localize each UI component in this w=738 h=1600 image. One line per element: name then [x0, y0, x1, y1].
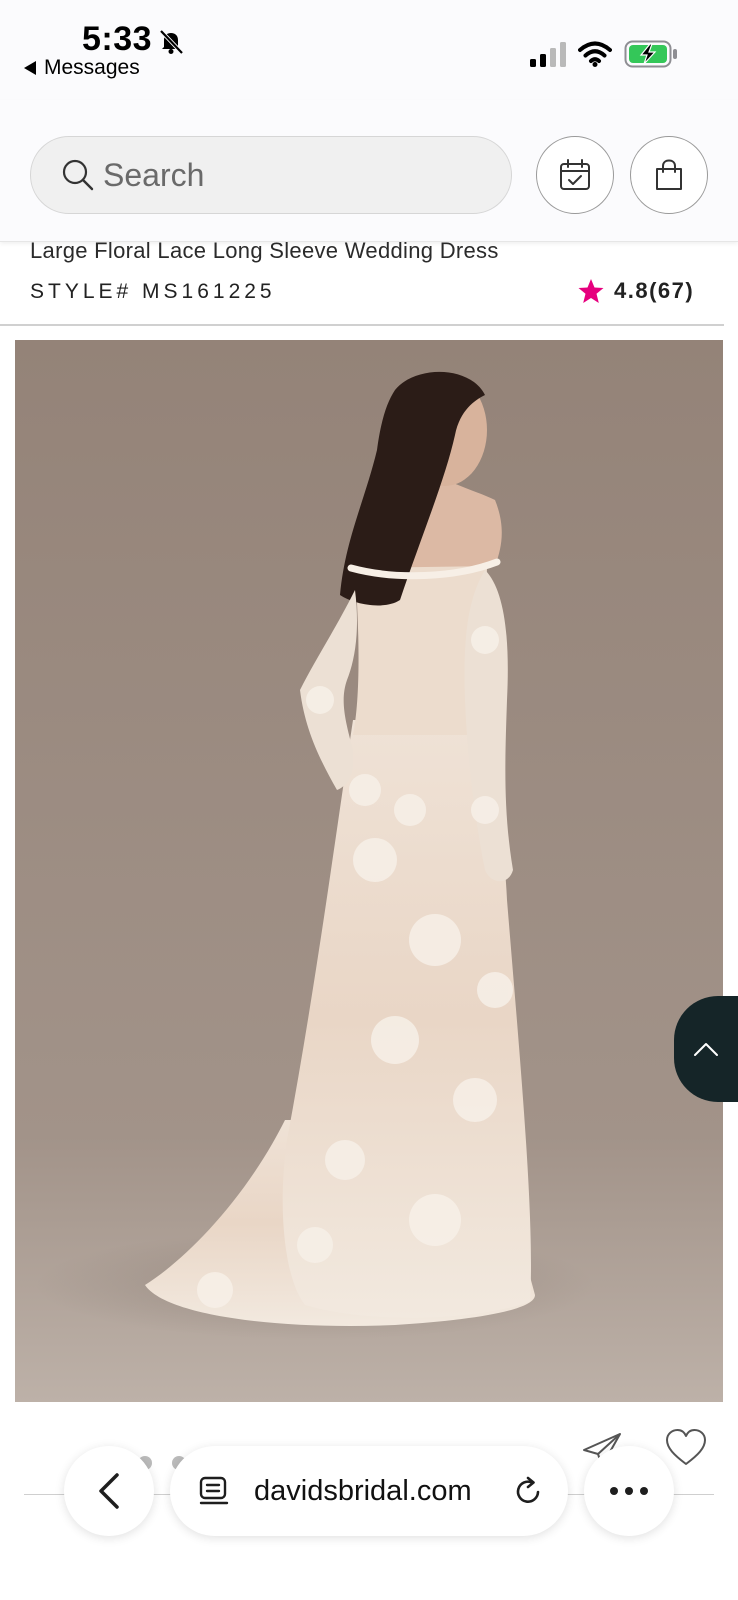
cellular-signal-icon [530, 42, 566, 67]
battery-charging-icon [624, 40, 677, 68]
url-text: davidsbridal.com [254, 1474, 472, 1507]
address-bar[interactable]: davidsbridal.com [170, 1446, 568, 1536]
site-header [0, 100, 738, 242]
more-icon [625, 1487, 633, 1495]
shopping-bag-button[interactable] [630, 136, 708, 214]
product-image[interactable] [15, 340, 723, 1402]
shopping-bag-icon [656, 159, 682, 190]
product-rating[interactable]: 4.8(67) [578, 278, 694, 304]
product-title: Large Floral Lace Long Sleeve Wedding Dr… [30, 238, 499, 263]
chevron-left-icon [99, 1473, 119, 1509]
more-options-button[interactable] [584, 1446, 674, 1536]
reload-icon[interactable] [512, 1475, 544, 1507]
scroll-to-top-button[interactable] [674, 996, 738, 1102]
back-to-messages-label: Messages [44, 56, 140, 79]
chevron-up-icon [694, 1043, 718, 1056]
search-input[interactable] [103, 156, 463, 194]
browser-back-button[interactable] [64, 1446, 154, 1536]
appointment-button[interactable] [536, 136, 614, 214]
divider [0, 324, 724, 326]
heart-icon[interactable] [664, 1428, 708, 1468]
reader-icon[interactable] [198, 1475, 230, 1507]
more-icon [610, 1487, 618, 1495]
bell-slash-icon [159, 29, 184, 55]
wifi-icon [578, 41, 612, 67]
calendar-check-icon [560, 159, 590, 190]
back-triangle-icon [24, 61, 36, 75]
star-icon [578, 279, 604, 303]
search-bar[interactable] [30, 136, 512, 214]
product-style-number: STYLE# MS161225 [30, 280, 276, 303]
back-to-messages[interactable]: Messages [24, 56, 140, 80]
search-icon [62, 159, 94, 191]
rating-value: 4.8(67) [614, 278, 695, 303]
status-time: 5:33 [82, 20, 153, 58]
status-bar: 5:33 Messages [0, 0, 738, 100]
dress-photo [15, 340, 723, 1402]
more-icon [640, 1487, 648, 1495]
